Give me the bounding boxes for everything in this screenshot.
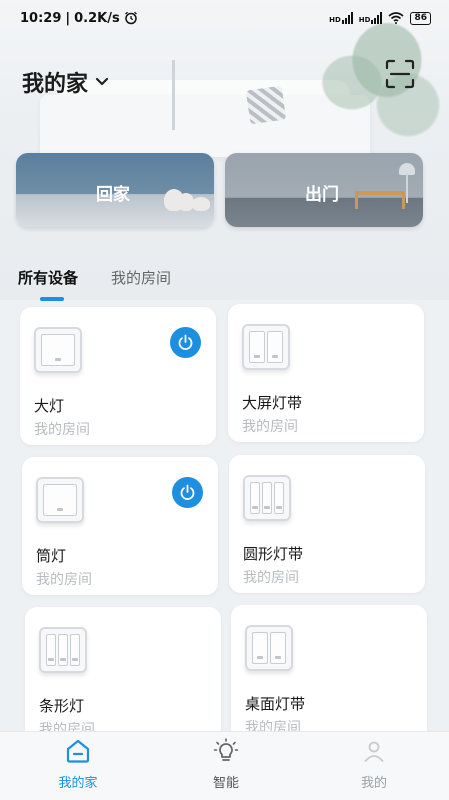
nav-my-home[interactable]: 我的家	[38, 738, 118, 791]
signal-1: HD	[329, 12, 353, 24]
device-card[interactable]: 筒灯 我的房间	[22, 457, 218, 595]
nav-mine[interactable]: 我的	[334, 738, 414, 791]
lamp-decoration	[172, 60, 175, 130]
device-room: 我的房间	[242, 419, 298, 435]
signal-bars-icon	[371, 12, 383, 24]
device-name: 条形灯	[39, 697, 85, 715]
tab-all-devices[interactable]: 所有设备	[18, 267, 78, 288]
device-room: 我的房间	[36, 572, 92, 588]
power-button[interactable]	[170, 327, 201, 358]
bottom-navigation: 我的家 智能 我的	[0, 731, 449, 800]
wall-switch-icon	[39, 627, 87, 673]
device-card[interactable]: 条形灯 我的房间	[25, 607, 221, 745]
device-name: 大灯	[34, 397, 65, 415]
network-type-label-2: HD	[358, 16, 371, 24]
device-name: 大屏灯带	[242, 394, 303, 412]
wall-switch-icon	[245, 625, 293, 671]
power-icon	[178, 334, 193, 350]
scene-home-button[interactable]: 回家	[16, 153, 214, 227]
signal-bars-icon	[341, 12, 353, 24]
signal-2: HD	[359, 12, 383, 24]
network-type-label-1: HD	[329, 16, 341, 24]
alarm-icon	[124, 11, 137, 25]
nav-label: 我的家	[58, 776, 98, 791]
power-button[interactable]	[172, 477, 203, 508]
nav-label: 我的	[360, 776, 387, 791]
home-title: 我的家	[22, 72, 89, 97]
wall-switch-icon	[243, 475, 291, 521]
battery-indicator: 86	[410, 11, 431, 25]
status-right: HD HD 86	[329, 11, 431, 25]
device-card[interactable]: 大屏灯带 我的房间	[228, 304, 424, 442]
status-time: 10:29	[20, 10, 62, 26]
status-bar: 10:29 | 0.2K/s HD HD 86	[0, 0, 449, 36]
home-selector[interactable]: 我的家	[22, 66, 110, 98]
chevron-down-icon	[95, 77, 109, 86]
wall-switch-icon	[36, 477, 84, 523]
device-name: 桌面灯带	[245, 695, 306, 713]
device-name: 筒灯	[36, 547, 67, 565]
tab-indicator	[40, 297, 64, 301]
wall-switch-icon	[34, 327, 82, 373]
nav-label: 智能	[212, 776, 239, 791]
person-icon	[364, 741, 384, 762]
scene-out-button[interactable]: 出门	[225, 153, 423, 227]
wifi-icon	[388, 12, 404, 24]
tab-my-rooms[interactable]: 我的房间	[111, 267, 171, 288]
device-room: 我的房间	[243, 570, 299, 586]
power-icon	[180, 484, 195, 500]
nav-smart[interactable]: 智能	[186, 738, 266, 791]
scene-home-label: 回家	[96, 185, 130, 205]
device-card[interactable]: 桌面灯带 我的房间	[231, 605, 427, 743]
status-left: 10:29 | 0.2K/s	[20, 11, 138, 26]
pillow-decoration	[245, 85, 287, 125]
status-speed: 0.2K/s	[74, 10, 120, 26]
scan-icon[interactable]	[385, 59, 415, 89]
bulb-icon	[213, 738, 239, 761]
wall-switch-icon	[242, 324, 290, 370]
device-name: 圆形灯带	[243, 545, 304, 563]
status-separator: |	[65, 10, 71, 26]
device-room: 我的房间	[34, 422, 90, 438]
device-card[interactable]: 圆形灯带 我的房间	[229, 455, 425, 593]
device-card[interactable]: 大灯 我的房间	[20, 307, 216, 445]
hero-background	[0, 0, 449, 300]
home-icon	[66, 739, 90, 763]
scene-out-label: 出门	[305, 185, 339, 205]
